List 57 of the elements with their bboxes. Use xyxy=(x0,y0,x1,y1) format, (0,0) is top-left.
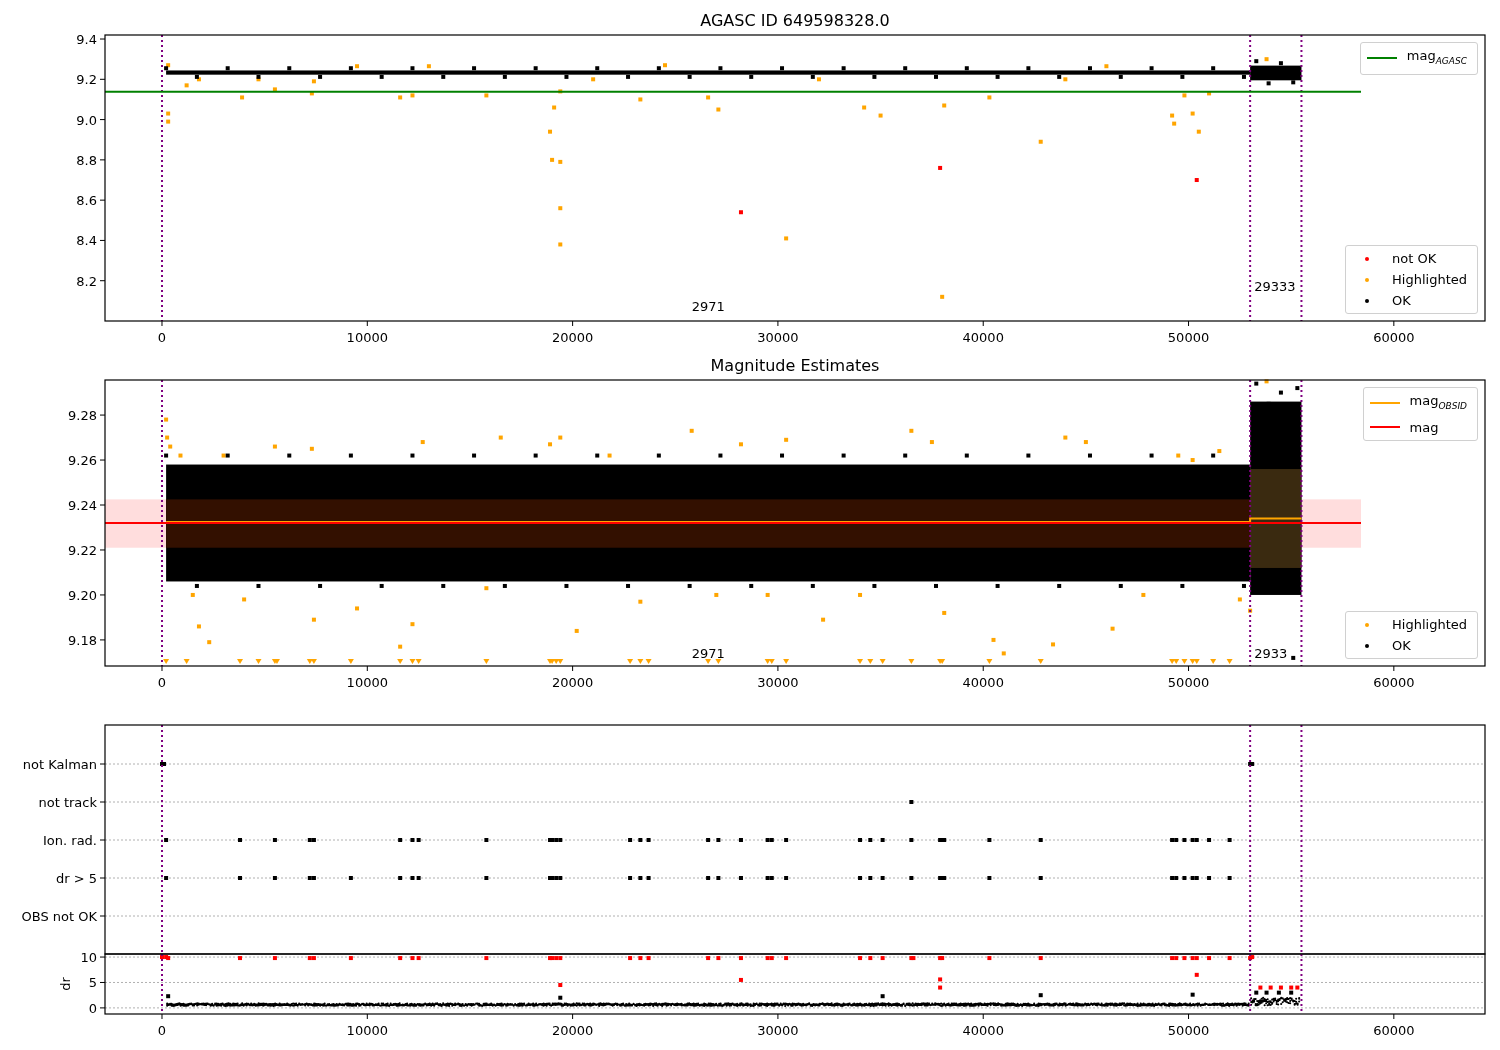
x-tick-label: 40000 xyxy=(962,675,1004,690)
legend-label: mag$_{OBSID}$ xyxy=(1409,392,1468,413)
y-tick-label: 9.0 xyxy=(76,112,97,128)
y-tick-label: 8.4 xyxy=(76,233,97,249)
x-tick-label: 30000 xyxy=(757,1023,799,1038)
y-tick-label: 9.2 xyxy=(76,72,97,88)
y-tick-label: OBS not OK xyxy=(21,909,97,924)
x-tick-label: 50000 xyxy=(1167,330,1210,345)
annotation-label: 2933 xyxy=(1254,645,1288,661)
y-tick-label: 9.22 xyxy=(68,543,97,558)
y-tick-label: 8.8 xyxy=(76,152,97,168)
x-tick-label: 20000 xyxy=(551,675,594,690)
y-tick-label: not Kalman xyxy=(22,757,97,772)
legend-label: OK xyxy=(1392,637,1412,655)
x-tick-label: 50000 xyxy=(1167,1023,1210,1038)
y-tick-label: 9.28 xyxy=(68,408,97,424)
x-tick-label: 30000 xyxy=(757,330,799,345)
legend-label: not OK xyxy=(1392,250,1438,268)
legend-label: mag xyxy=(1409,418,1440,437)
x-tick-label: 0 xyxy=(157,330,167,345)
legend-label: Highlighted xyxy=(1392,271,1468,289)
x-tick-label: 0 xyxy=(157,675,167,690)
y-axis-label: dr xyxy=(58,977,73,991)
y-tick-label: dr > 5 xyxy=(55,871,97,886)
y-tick-label: 9.18 xyxy=(68,632,97,648)
legend-label: OK xyxy=(1392,292,1412,310)
x-tick-label: 10000 xyxy=(346,1023,388,1038)
y-tick-label: 10 xyxy=(80,950,97,966)
annotation-label: 29333 xyxy=(1254,278,1296,294)
annotation-label: 2971 xyxy=(691,298,725,314)
chart-title: Magnitude Estimates xyxy=(710,356,880,375)
x-tick-label: 60000 xyxy=(1373,330,1415,345)
x-tick-label: 0 xyxy=(157,1023,167,1038)
x-tick-label: 10000 xyxy=(346,675,388,690)
y-tick-label: not track xyxy=(38,795,97,810)
x-tick-label: 60000 xyxy=(1373,1023,1415,1038)
legend-label: mag$_{AGASC}$ xyxy=(1406,47,1468,68)
y-tick-label: 0 xyxy=(88,1000,97,1016)
annotation-label: 2971 xyxy=(691,645,725,661)
y-tick-label: 8.2 xyxy=(76,273,97,289)
y-tick-label: 9.20 xyxy=(68,587,97,603)
x-tick-label: 60000 xyxy=(1373,675,1415,690)
x-tick-label: 20000 xyxy=(551,330,594,345)
chart-title: AGASC ID 649598328.0 xyxy=(700,11,890,30)
y-tick-label: Ion. rad. xyxy=(43,833,97,848)
y-tick-label: 9.4 xyxy=(76,32,97,48)
y-tick-label: 8.6 xyxy=(76,193,97,209)
x-tick-label: 20000 xyxy=(551,1023,594,1038)
x-tick-label: 10000 xyxy=(346,330,388,345)
x-tick-label: 40000 xyxy=(962,330,1004,345)
legend-label: Highlighted xyxy=(1392,616,1468,634)
x-tick-label: 50000 xyxy=(1167,675,1210,690)
y-tick-label: 9.24 xyxy=(68,498,97,513)
y-tick-label: 5 xyxy=(88,975,97,991)
y-tick-label: 9.26 xyxy=(68,453,97,469)
x-tick-label: 40000 xyxy=(962,1023,1004,1038)
x-tick-label: 30000 xyxy=(757,675,799,690)
